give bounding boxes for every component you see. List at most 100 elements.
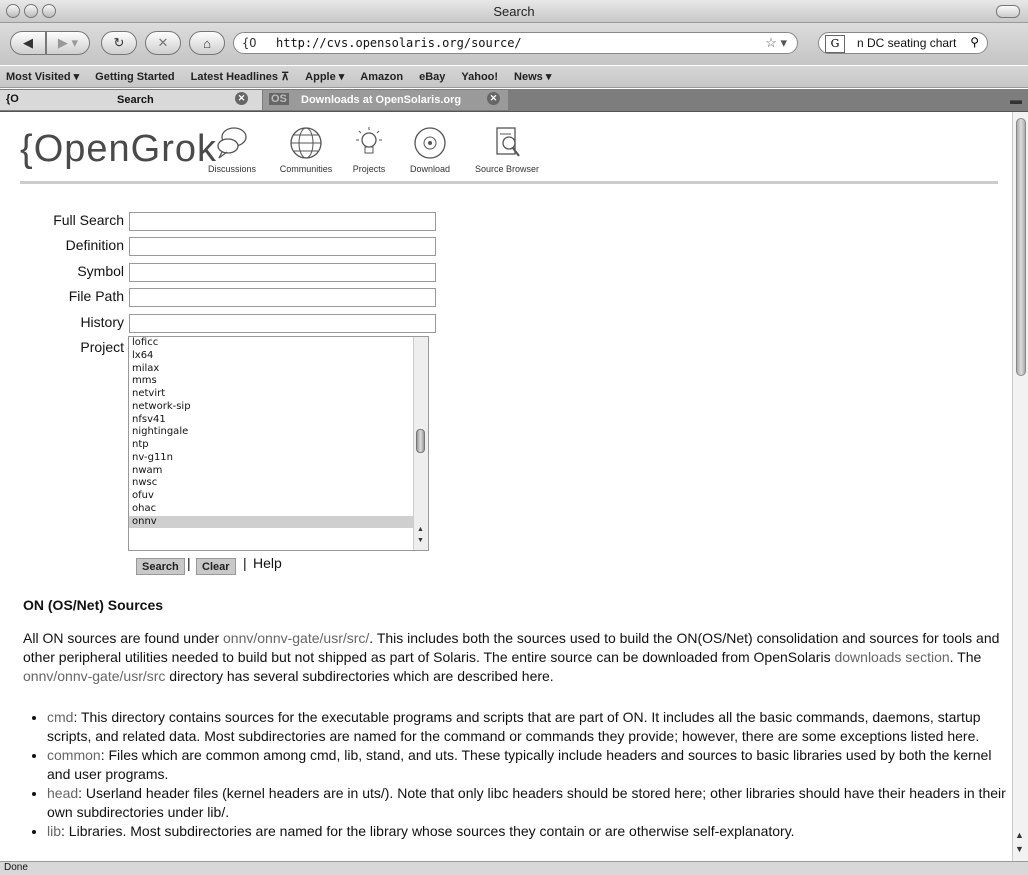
list-item-text: : This directory contains sources for th… [47, 709, 981, 744]
head-link[interactable]: head [47, 785, 78, 801]
page-scrollbar[interactable]: ▲ ▼ [1012, 112, 1028, 861]
project-option[interactable]: ofuv [129, 490, 428, 503]
nav-discussions[interactable]: Discussions [198, 126, 266, 174]
nav-label: Projects [352, 164, 386, 174]
full-search-input[interactable] [129, 212, 436, 231]
tab-bar: {O Search ✕ OS Downloads at OpenSolaris.… [0, 89, 1028, 112]
bookmark-apple[interactable]: Apple ▾ [305, 70, 344, 83]
document-search-icon [496, 127, 520, 157]
project-option[interactable]: milax [129, 363, 428, 376]
project-option[interactable]: netvirt [129, 388, 428, 401]
toolbar-toggle-button[interactable] [996, 5, 1020, 18]
bookmark-news[interactable]: News ▾ [514, 70, 551, 83]
url-text[interactable]: http://cvs.opensolaris.org/source/ [276, 36, 522, 50]
back-button[interactable]: ◀ [10, 31, 46, 55]
project-option[interactable]: nwsc [129, 477, 428, 490]
list-item: cmd: This directory contains sources for… [47, 708, 1007, 746]
file-path-input[interactable] [129, 288, 436, 307]
project-option[interactable]: ohac [129, 503, 428, 516]
common-link[interactable]: common [47, 747, 101, 763]
tab-close-icon[interactable]: ✕ [235, 92, 248, 105]
bookmark-getting-started[interactable]: Getting Started [95, 71, 174, 83]
tab-label: Downloads at OpenSolaris.org [301, 94, 462, 106]
nav-communities[interactable]: Communities [271, 126, 341, 174]
stop-button[interactable]: ✕ [145, 31, 181, 55]
definition-input[interactable] [129, 237, 436, 256]
downloads-section-link[interactable]: downloads section [834, 649, 949, 665]
lightbulb-icon [356, 127, 382, 154]
section-heading: ON (OS/Net) Sources [23, 597, 164, 613]
address-bar[interactable]: {O http://cvs.opensolaris.org/source/ ☆ … [233, 32, 798, 54]
bookmark-most-visited[interactable]: Most Visited ▾ [6, 70, 79, 83]
tab-close-icon[interactable]: ✕ [487, 92, 500, 105]
lib-link[interactable]: lib [47, 823, 61, 839]
window-titlebar: Search [0, 0, 1028, 23]
cmd-link[interactable]: cmd [47, 709, 73, 725]
scroll-down-arrow-icon[interactable]: ▼ [417, 537, 424, 544]
reload-button[interactable]: ↻ [101, 31, 137, 55]
nav-label: Source Browser [474, 164, 540, 174]
scroll-down-arrow-icon[interactable]: ▼ [1015, 844, 1024, 854]
intro-paragraph: All ON sources are found under onnv/onnv… [23, 629, 1003, 686]
search-engine-icon[interactable]: G [825, 35, 845, 53]
back-arrow-icon: ◀ [23, 35, 33, 50]
project-option[interactable]: ntp [129, 439, 428, 452]
help-link[interactable]: Help [253, 555, 282, 571]
tab-list-icon[interactable]: ▬ [1010, 93, 1022, 107]
project-list-scrollbar[interactable]: ▲ ▼ [413, 337, 428, 550]
page-scroll-thumb[interactable] [1016, 118, 1026, 376]
bookmark-yahoo[interactable]: Yahoo! [461, 71, 498, 83]
definition-label: Definition [65, 237, 124, 253]
list-item: lib: Libraries. Most subdirectories are … [47, 822, 1007, 841]
search-text[interactable]: n DC seating chart [857, 36, 956, 50]
list-item-text: : Libraries. Most subdirectories are nam… [61, 823, 795, 839]
nav-download[interactable]: Download [400, 126, 460, 174]
search-button[interactable]: Search [136, 558, 185, 575]
bookmark-star-icon[interactable]: ☆ ▾ [765, 35, 787, 51]
project-option[interactable]: network-sip [129, 401, 428, 414]
file-path-label: File Path [68, 288, 124, 304]
onnv-src-link[interactable]: onnv/onnv-gate/usr/src/ [223, 630, 369, 646]
intro-text: . The [949, 649, 982, 665]
history-label: History [80, 314, 124, 330]
nav-label: Communities [279, 164, 333, 174]
history-input[interactable] [129, 314, 436, 333]
nav-label: Download [409, 164, 451, 174]
project-option-selected[interactable]: onnv [129, 515, 428, 529]
onnv-src-dir-link[interactable]: onnv/onnv-gate/usr/src [23, 668, 165, 684]
search-field[interactable]: G n DC seating chart ⚲ [818, 32, 988, 54]
forward-arrow-icon: ▶ ▾ [57, 35, 79, 50]
project-option[interactable]: mms [129, 375, 428, 388]
directory-list: cmd: This directory contains sources for… [23, 708, 1007, 841]
project-option[interactable]: loficc [129, 337, 428, 350]
tab-downloads[interactable]: OS Downloads at OpenSolaris.org ✕ [263, 90, 508, 110]
stop-icon: ✕ [157, 35, 169, 50]
project-list-scroll-thumb[interactable] [416, 429, 425, 453]
nav-source-browser[interactable]: Source Browser [465, 126, 549, 174]
project-option[interactable]: nwam [129, 465, 428, 478]
intro-text: All ON sources are found under [23, 630, 223, 646]
forward-button[interactable]: ▶ ▾ [46, 31, 90, 55]
project-option[interactable]: nv-g11n [129, 452, 428, 465]
project-option[interactable]: nfsv41 [129, 414, 428, 427]
intro-text: directory has several subdirectories whi… [165, 668, 554, 684]
separator: | [243, 555, 247, 571]
scroll-up-arrow-icon[interactable]: ▲ [417, 526, 424, 533]
magnifier-icon[interactable]: ⚲ [970, 35, 979, 49]
home-button[interactable]: ⌂ [189, 31, 225, 55]
page-content: {OpenGrok Discussions Communities Projec… [0, 112, 1012, 861]
bookmark-amazon[interactable]: Amazon [360, 71, 403, 83]
bookmark-ebay[interactable]: eBay [419, 71, 445, 83]
navigation-toolbar: ◀ ▶ ▾ ↻ ✕ ⌂ {O http://cvs.opensolaris.or… [0, 23, 1028, 65]
project-option[interactable]: lx64 [129, 350, 428, 363]
bookmark-latest-headlines[interactable]: Latest Headlines ⊼ [191, 70, 290, 83]
opengrok-logo[interactable]: {OpenGrok [20, 128, 217, 171]
project-option[interactable]: nightingale [129, 426, 428, 439]
nav-projects[interactable]: Projects [345, 126, 393, 174]
scroll-up-arrow-icon[interactable]: ▲ [1015, 830, 1024, 840]
tab-search[interactable]: {O Search ✕ [0, 90, 262, 110]
symbol-input[interactable] [129, 263, 436, 282]
list-item: common: Files which are common among cmd… [47, 746, 1007, 784]
clear-button[interactable]: Clear [196, 558, 236, 575]
project-select[interactable]: loficc lx64 milax mms netvirt network-si… [128, 336, 429, 551]
